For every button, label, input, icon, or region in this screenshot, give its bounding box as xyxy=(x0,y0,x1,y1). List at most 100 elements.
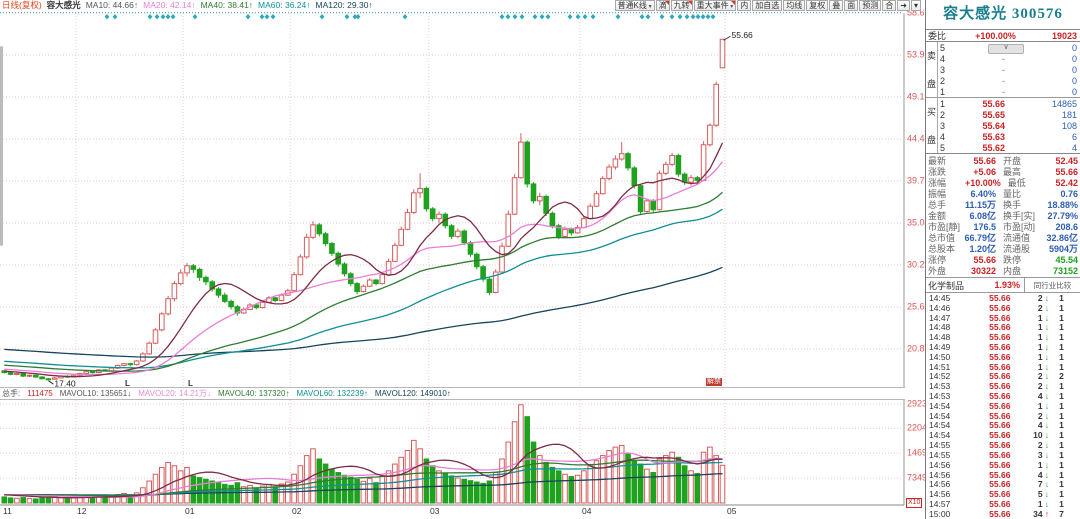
stat-value: 6.08亿 xyxy=(965,209,996,222)
tick-row[interactable]: 14:5655.667↓1 xyxy=(926,479,1080,489)
tick-row[interactable]: 14:5255.662↓2 xyxy=(926,372,1080,382)
tick-row[interactable]: 14:5455.662↓1 xyxy=(926,411,1080,421)
book-row[interactable]: 355.64108 xyxy=(938,120,1080,131)
toolbar-button-▾[interactable]: ▾ xyxy=(911,0,921,11)
toolbar-button-合[interactable]: 合 xyxy=(882,0,896,11)
stat-value: 176.5 xyxy=(965,222,996,232)
tick-row[interactable]: 14:5455.6610↓1 xyxy=(926,430,1080,440)
book-row[interactable]: 3-0 xyxy=(938,64,1080,75)
stat-value: 55.66 xyxy=(1047,167,1080,177)
book-price: 55.62 xyxy=(952,143,1031,153)
toolbar-button-重大事件[interactable]: 重大事件 ▾ xyxy=(694,0,737,11)
arrow-down-icon: ↓ xyxy=(1043,430,1052,440)
tick-row[interactable]: 15:0055.6634↑7 xyxy=(926,509,1080,519)
book-row[interactable]: 2-0 xyxy=(938,75,1080,86)
tick-time: 14:50 xyxy=(926,352,957,362)
event-badge[interactable]: 解禁 xyxy=(706,378,722,386)
stat-label: 外盘 xyxy=(926,264,965,277)
book-row[interactable]: 255.65181 xyxy=(938,109,1080,120)
tick-volume: 2 xyxy=(1010,303,1042,313)
stat-value: 5904万 xyxy=(1047,242,1080,255)
book-row[interactable]: 1-0 xyxy=(938,86,1080,97)
chevron-down-icon: ▾ xyxy=(647,4,652,10)
tick-extra-clipped: 1 xyxy=(1051,322,1080,332)
volume-ma-label: MAVOL120: 149010↑ xyxy=(375,389,451,398)
tick-row[interactable]: 14:4555.662↓1 xyxy=(926,293,1080,303)
tick-volume: 1 xyxy=(1010,313,1042,323)
stock-title: 容大感光 300576 xyxy=(926,0,1080,29)
industry-name[interactable]: 化学制品 xyxy=(926,279,964,292)
tick-row[interactable]: 14:5155.661↓1 xyxy=(926,362,1080,372)
book-volume: 0 xyxy=(1031,76,1080,86)
toolbar-button-➜[interactable]: ➜ xyxy=(897,0,910,11)
tick-row[interactable]: 14:5355.664↓1 xyxy=(926,391,1080,401)
arrow-down-icon: ↓ xyxy=(1043,293,1052,303)
tick-time: 14:52 xyxy=(926,371,957,381)
tick-volume: 2 xyxy=(1010,381,1042,391)
tick-price: 55.66 xyxy=(957,489,1010,499)
tick-price: 55.66 xyxy=(957,479,1010,489)
industry-compare-button[interactable]: 同行业比较 xyxy=(1024,278,1080,292)
tick-time: 14:53 xyxy=(926,391,957,401)
toolbar-button-普通K线[interactable]: 普通K线 ▾ xyxy=(615,0,655,11)
tick-row[interactable]: 14:5555.662↓1 xyxy=(926,440,1080,450)
tick-row[interactable]: 14:5655.664↓1 xyxy=(926,470,1080,480)
toolbar-button-均线[interactable]: 均线 xyxy=(783,0,805,11)
tick-volume: 5 xyxy=(1010,489,1042,499)
book-volume: 0 xyxy=(1031,54,1080,64)
stat-value: 73152 xyxy=(1047,266,1080,276)
toolbar-button-内[interactable]: 内 xyxy=(737,0,751,11)
tick-row[interactable]: 14:5355.662↓1 xyxy=(926,381,1080,391)
tick-row[interactable]: 14:5555.663↓1 xyxy=(926,450,1080,460)
quote-panel: 容大感光 300576 委比 +100.00% 19023 卖盘 ∨ 504-0… xyxy=(925,0,1080,519)
tick-price: 55.66 xyxy=(957,371,1010,381)
tick-row[interactable]: 14:5655.665↓1 xyxy=(926,489,1080,499)
toolbar-button-复权[interactable]: 复权 xyxy=(806,0,828,11)
stat-label: 内盘 xyxy=(996,264,1047,277)
book-level: 3 xyxy=(938,65,952,75)
volume-ma-label: 111475 xyxy=(27,389,53,398)
toolbar-button-加自选[interactable]: 加自选 xyxy=(752,0,782,11)
toolbar-button-面[interactable]: 面 xyxy=(844,0,858,11)
tick-price: 55.66 xyxy=(957,352,1010,362)
date-axis: 11120102030405 xyxy=(0,505,923,519)
book-row[interactable]: 155.6614865 xyxy=(938,98,1080,109)
tick-row[interactable]: 14:5055.661↓1 xyxy=(926,352,1080,362)
toolbar-button-九转[interactable]: 九转 xyxy=(671,0,693,11)
collapse-chevron-button[interactable]: ∨ xyxy=(988,44,1024,54)
tick-row[interactable]: 14:4755.661↓1 xyxy=(926,313,1080,323)
book-row[interactable]: 4-0 xyxy=(938,53,1080,64)
arrow-down-icon: ↓ xyxy=(1043,342,1052,352)
book-row[interactable]: 455.636 xyxy=(938,131,1080,142)
tick-volume: 2 xyxy=(1010,440,1042,450)
toolbar-button-叠[interactable]: 叠 xyxy=(829,0,843,11)
stat-value: 208.6 xyxy=(1047,222,1080,232)
tick-row[interactable]: 14:5755.661↓1 xyxy=(926,499,1080,509)
toolbar-button-预测[interactable]: 预测 xyxy=(859,0,881,11)
tick-price: 55.66 xyxy=(957,509,1010,519)
book-level: 3 xyxy=(938,121,952,131)
tick-row[interactable]: 14:5455.664↓1 xyxy=(926,421,1080,431)
arrow-down-icon: ↓ xyxy=(1043,411,1052,421)
tick-row[interactable]: 14:5655.661↓1 xyxy=(926,460,1080,470)
stat-value: 27.79% xyxy=(1047,211,1080,221)
tick-volume: 2 xyxy=(1010,293,1042,303)
book-row[interactable]: 555.624 xyxy=(938,142,1080,153)
tick-extra-clipped: 1 xyxy=(1051,499,1080,509)
arrow-down-icon: ↓ xyxy=(1043,371,1052,381)
book-volume: 14865 xyxy=(1031,99,1080,109)
tick-row[interactable]: 14:4855.661↓1 xyxy=(926,322,1080,332)
sell-book-rows: ∨ 504-03-02-01-0 xyxy=(938,42,1080,97)
volume-ma-label: MAVOL60: 132239↑ xyxy=(296,389,367,398)
book-level: 5 xyxy=(938,143,952,153)
tick-extra-clipped: 1 xyxy=(1051,342,1080,352)
tick-row[interactable]: 14:4855.661↓1 xyxy=(926,332,1080,342)
tick-row[interactable]: 14:4955.661↓1 xyxy=(926,342,1080,352)
tick-time: 14:54 xyxy=(926,430,957,440)
toolbar-button-滴[interactable]: 滴 xyxy=(656,0,670,11)
tick-volume: 1 xyxy=(1010,499,1042,509)
tick-row[interactable]: 14:4655.662↓1 xyxy=(926,303,1080,313)
tick-time: 15:00 xyxy=(926,509,957,519)
tick-row[interactable]: 14:5455.661↓1 xyxy=(926,401,1080,411)
kline-chart[interactable]: 55.6617.40LL xyxy=(0,11,905,516)
